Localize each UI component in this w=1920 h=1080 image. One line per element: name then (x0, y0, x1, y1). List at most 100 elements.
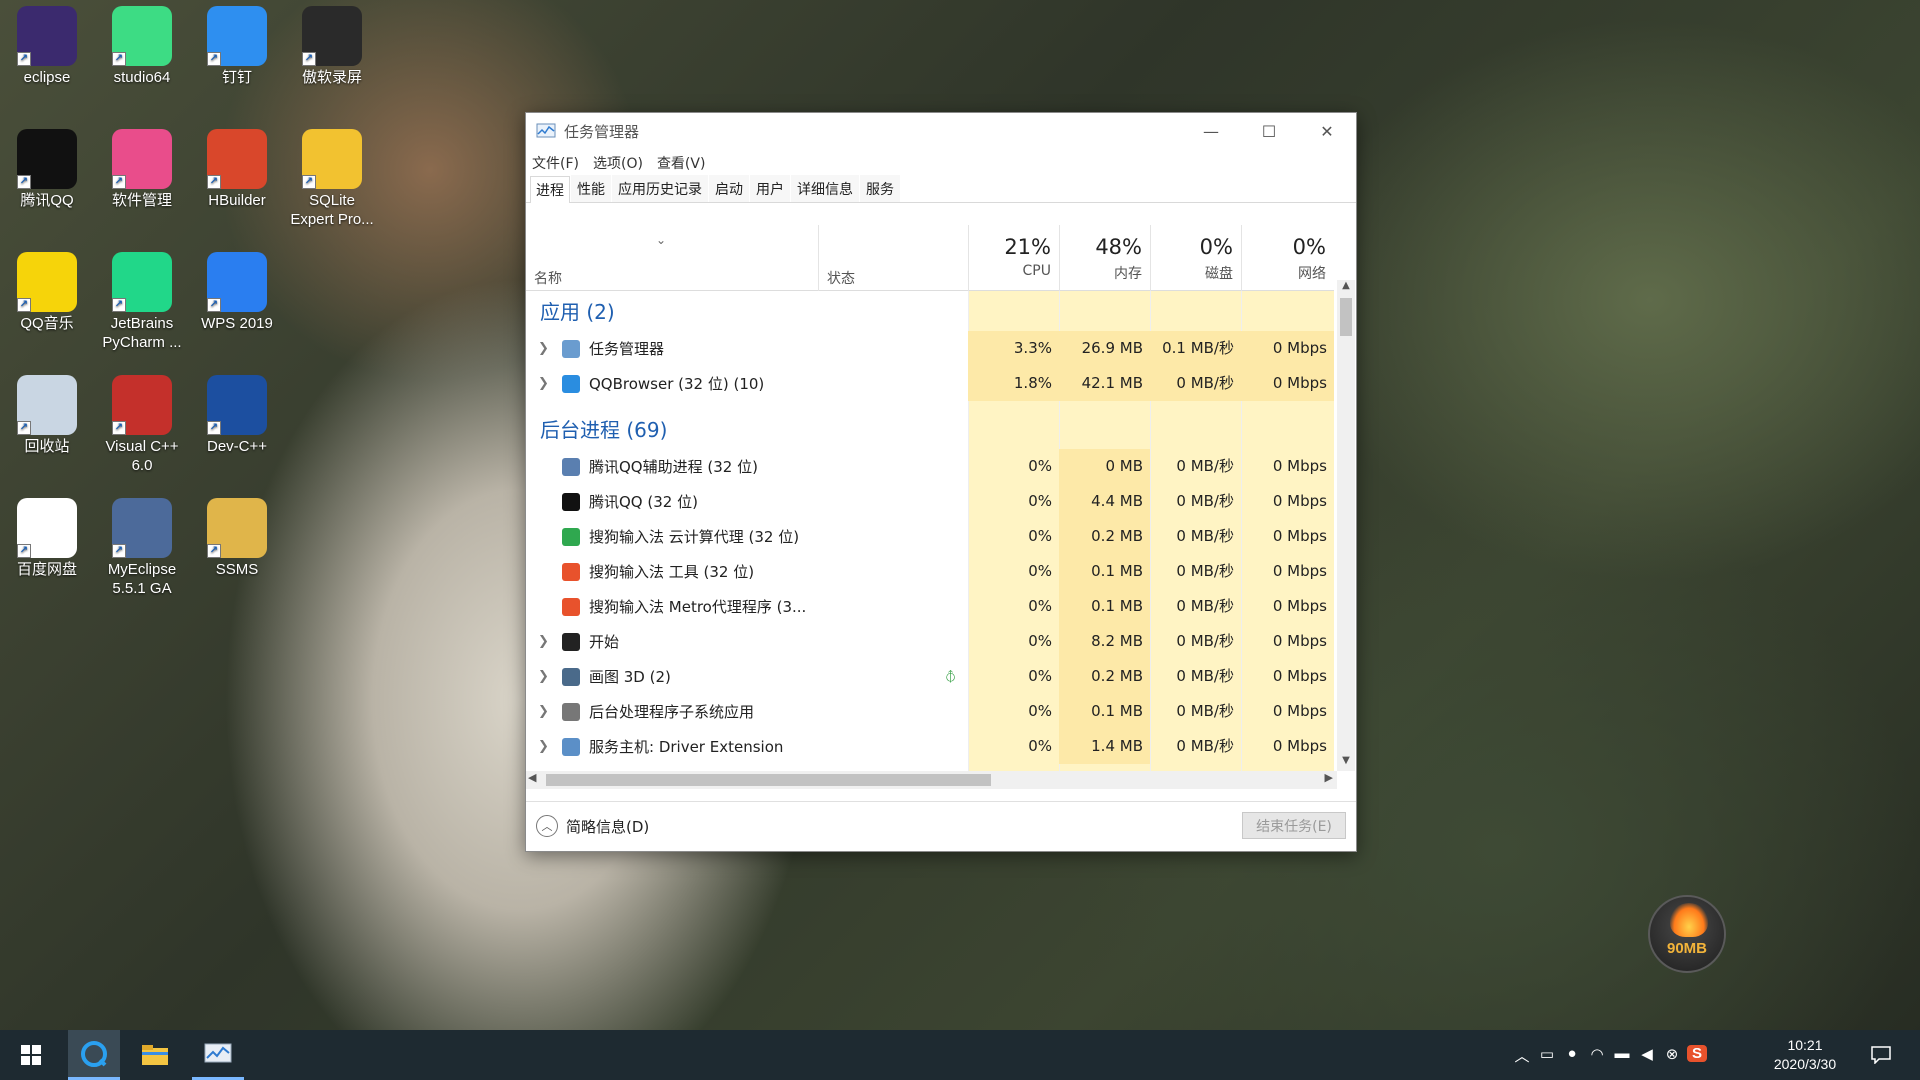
table-row[interactable]: ❯ 后台处理程序子系统应用 0% 0.1 MB 0 MB/秒 0 Mbps (526, 694, 1334, 729)
desktop-icon-7[interactable]: ↗ SQLite Expert Pro... (287, 123, 377, 229)
table-row[interactable]: 搜狗输入法 Metro代理程序 (3... 0% 0.1 MB 0 MB/秒 0 Mbp… (526, 589, 1334, 624)
qq-tray-icon[interactable]: ● (1562, 1045, 1582, 1062)
process-name: 开始 (589, 633, 620, 651)
scroll-left-icon[interactable]: ◀ (528, 771, 536, 784)
fewer-details-button[interactable]: ︿ 简略信息(D) (536, 815, 649, 837)
end-task-button[interactable]: 结束任务(E) (1242, 812, 1346, 839)
process-icon (562, 339, 580, 358)
column-header: ⌄ 名称 状态 21% CPU 48% 内存 0% 磁盘 0% 网络 (526, 225, 1334, 291)
action-center-button[interactable] (1856, 1030, 1906, 1080)
minimize-button[interactable]: — (1182, 113, 1240, 149)
wifi-icon[interactable]: ◠ (1587, 1045, 1607, 1063)
desktop-icon-label: Visual C++ 6.0 (105, 438, 179, 474)
tab-processes[interactable]: 进程 (530, 176, 570, 203)
chevron-up-icon[interactable]: ︿ (1512, 1045, 1532, 1066)
process-name: QQBrowser (32 位) (10) (589, 375, 765, 393)
desktop-icon-14[interactable]: ↗ 百度网盘 (2, 492, 92, 579)
expand-chevron-icon[interactable]: ❯ (538, 739, 549, 754)
desktop-icon-12[interactable]: ↗ Visual C++ 6.0 (97, 369, 187, 475)
table-row[interactable]: 搜狗输入法 工具 (32 位) 0% 0.1 MB 0 MB/秒 0 Mbps (526, 554, 1334, 589)
desktop-icon-2[interactable]: ↗ 钉钉 (192, 0, 282, 87)
horizontal-scrollbar[interactable]: ◀ ▶ (526, 771, 1337, 789)
tab-app-history[interactable]: 应用历史记录 (612, 175, 708, 202)
expand-chevron-icon[interactable]: ❯ (538, 704, 549, 719)
desktop-icon-1[interactable]: ↗ studio64 (97, 0, 187, 87)
horizontal-scroll-thumb[interactable] (546, 774, 991, 786)
sogou-icon[interactable]: S (1687, 1045, 1707, 1062)
volume-icon[interactable]: ◀ (1637, 1045, 1657, 1063)
tab-performance[interactable]: 性能 (571, 175, 611, 202)
tab-services[interactable]: 服务 (860, 175, 900, 202)
task-manager-window: 任务管理器 — ☐ ✕ 文件(F) 选项(O) 查看(V) 进程 性能 应用历史… (525, 112, 1357, 852)
expand-chevron-icon[interactable]: ❯ (538, 376, 549, 391)
process-name: 搜狗输入法 工具 (32 位) (589, 563, 755, 581)
memory-float-widget[interactable]: 90MB (1648, 895, 1726, 973)
desktop-icon-0[interactable]: ↗ eclipse (2, 0, 92, 87)
desktop-icon-15[interactable]: ↗ MyEclipse 5.5.1 GA (97, 492, 187, 598)
disk-cell: 0 MB/秒 (1176, 702, 1234, 720)
taskbar-file-explorer[interactable] (130, 1030, 180, 1080)
column-name[interactable]: 名称 (534, 268, 562, 288)
app-icon: ↗ (112, 6, 172, 66)
menu-view[interactable]: 查看(V) (657, 153, 706, 173)
expand-chevron-icon[interactable]: ❯ (538, 634, 549, 649)
table-row[interactable]: 搜狗输入法 云计算代理 (32 位) 0% 0.2 MB 0 MB/秒 0 Mbps (526, 519, 1334, 554)
table-row[interactable]: ❯ 服务主机: Driver Extension 0% 1.4 MB 0 MB/秒 0 M… (526, 729, 1334, 764)
network-cell: 0 Mbps (1272, 597, 1327, 615)
column-status[interactable]: 状态 (818, 225, 968, 291)
tablet-icon[interactable]: ▭ (1537, 1045, 1557, 1063)
process-icon (562, 527, 580, 546)
desktop-icon-8[interactable]: ↗ QQ音乐 (2, 246, 92, 333)
maximize-button[interactable]: ☐ (1240, 113, 1298, 149)
desktop-icon-5[interactable]: ↗ 软件管理 (97, 123, 187, 210)
vertical-scroll-thumb[interactable] (1340, 298, 1352, 336)
column-cpu[interactable]: 21% CPU (968, 225, 1059, 291)
column-network[interactable]: 0% 网络 (1241, 225, 1334, 291)
battery-icon[interactable]: ▬ (1612, 1045, 1632, 1062)
menu-options[interactable]: 选项(O) (593, 153, 643, 173)
taskbar-qqbrowser[interactable] (68, 1030, 120, 1080)
title-bar[interactable]: 任务管理器 — ☐ ✕ (526, 113, 1356, 149)
expand-chevron-icon[interactable]: ❯ (538, 341, 549, 356)
close-button[interactable]: ✕ (1298, 113, 1356, 149)
scroll-up-icon[interactable]: ▲ (1337, 280, 1355, 296)
taskbar-task-manager[interactable] (192, 1030, 244, 1080)
start-button[interactable] (6, 1030, 56, 1080)
tab-details[interactable]: 详细信息 (791, 175, 859, 202)
tab-users[interactable]: 用户 (750, 175, 790, 202)
column-disk[interactable]: 0% 磁盘 (1150, 225, 1241, 291)
table-row[interactable]: 腾讯QQ辅助进程 (32 位) 0% 0 MB 0 MB/秒 0 Mbps (526, 449, 1334, 484)
desktop-icon-label: 钉钉 (221, 69, 252, 86)
group-background: 后台进程 (69) (540, 418, 668, 442)
expand-chevron-icon[interactable]: ❯ (538, 669, 549, 684)
desktop-icon-4[interactable]: ↗ 腾讯QQ (2, 123, 92, 210)
desktop-icon-13[interactable]: ↗ Dev-C++ (192, 369, 282, 456)
clock[interactable]: 10:21 2020/3/30 (1765, 1036, 1845, 1074)
process-icon (562, 597, 580, 616)
process-list: 应用 (2) ❯ 任务管理器 3.3% 26.9 MB 0.1 MB/秒 0 Mbps ❯ QQ… (526, 291, 1334, 781)
table-row[interactable]: ❯ 开始 0% 8.2 MB 0 MB/秒 0 Mbps (526, 624, 1334, 659)
desktop-icon-3[interactable]: ↗ 傲软录屏 (287, 0, 377, 87)
group-apps: 应用 (2) (540, 300, 615, 324)
table-row[interactable]: ❯ QQBrowser (32 位) (10) 1.8% 42.1 MB 0 MB/秒 0… (526, 366, 1334, 401)
tab-startup[interactable]: 启动 (709, 175, 749, 202)
close-circle-icon[interactable]: ⊗ (1662, 1045, 1682, 1063)
scroll-down-icon[interactable]: ▼ (1337, 755, 1355, 771)
vertical-scrollbar[interactable]: ▲ ▼ (1337, 280, 1355, 771)
desktop-icon-16[interactable]: ↗ SSMS (192, 492, 282, 579)
process-name: 服务主机: Driver Extension (589, 738, 784, 756)
desktop-icon-10[interactable]: ↗ WPS 2019 (192, 246, 282, 333)
table-row[interactable]: ❯ 任务管理器 3.3% 26.9 MB 0.1 MB/秒 0 Mbps (526, 331, 1334, 366)
disk-cell: 0 MB/秒 (1176, 457, 1234, 475)
desktop-icon-9[interactable]: ↗ JetBrains PyCharm ... (97, 246, 187, 352)
cpu-cell: 0% (1028, 632, 1052, 650)
taskbar: ︿ ▭ ● ◠ ▬ ◀ ⊗ S 10:21 2020/3/30 (0, 1030, 1920, 1080)
scroll-right-icon[interactable]: ▶ (1325, 771, 1333, 784)
desktop-icon-6[interactable]: ↗ HBuilder (192, 123, 282, 210)
table-row[interactable]: ❯ 画图 3D (2) ⦽ 0% 0.2 MB 0 MB/秒 0 Mbps (526, 659, 1334, 694)
shortcut-arrow-icon: ↗ (112, 52, 126, 66)
table-row[interactable]: 腾讯QQ (32 位) 0% 4.4 MB 0 MB/秒 0 Mbps (526, 484, 1334, 519)
desktop-icon-11[interactable]: ↗ 回收站 (2, 369, 92, 456)
menu-file[interactable]: 文件(F) (532, 153, 579, 173)
column-memory[interactable]: 48% 内存 (1059, 225, 1150, 291)
